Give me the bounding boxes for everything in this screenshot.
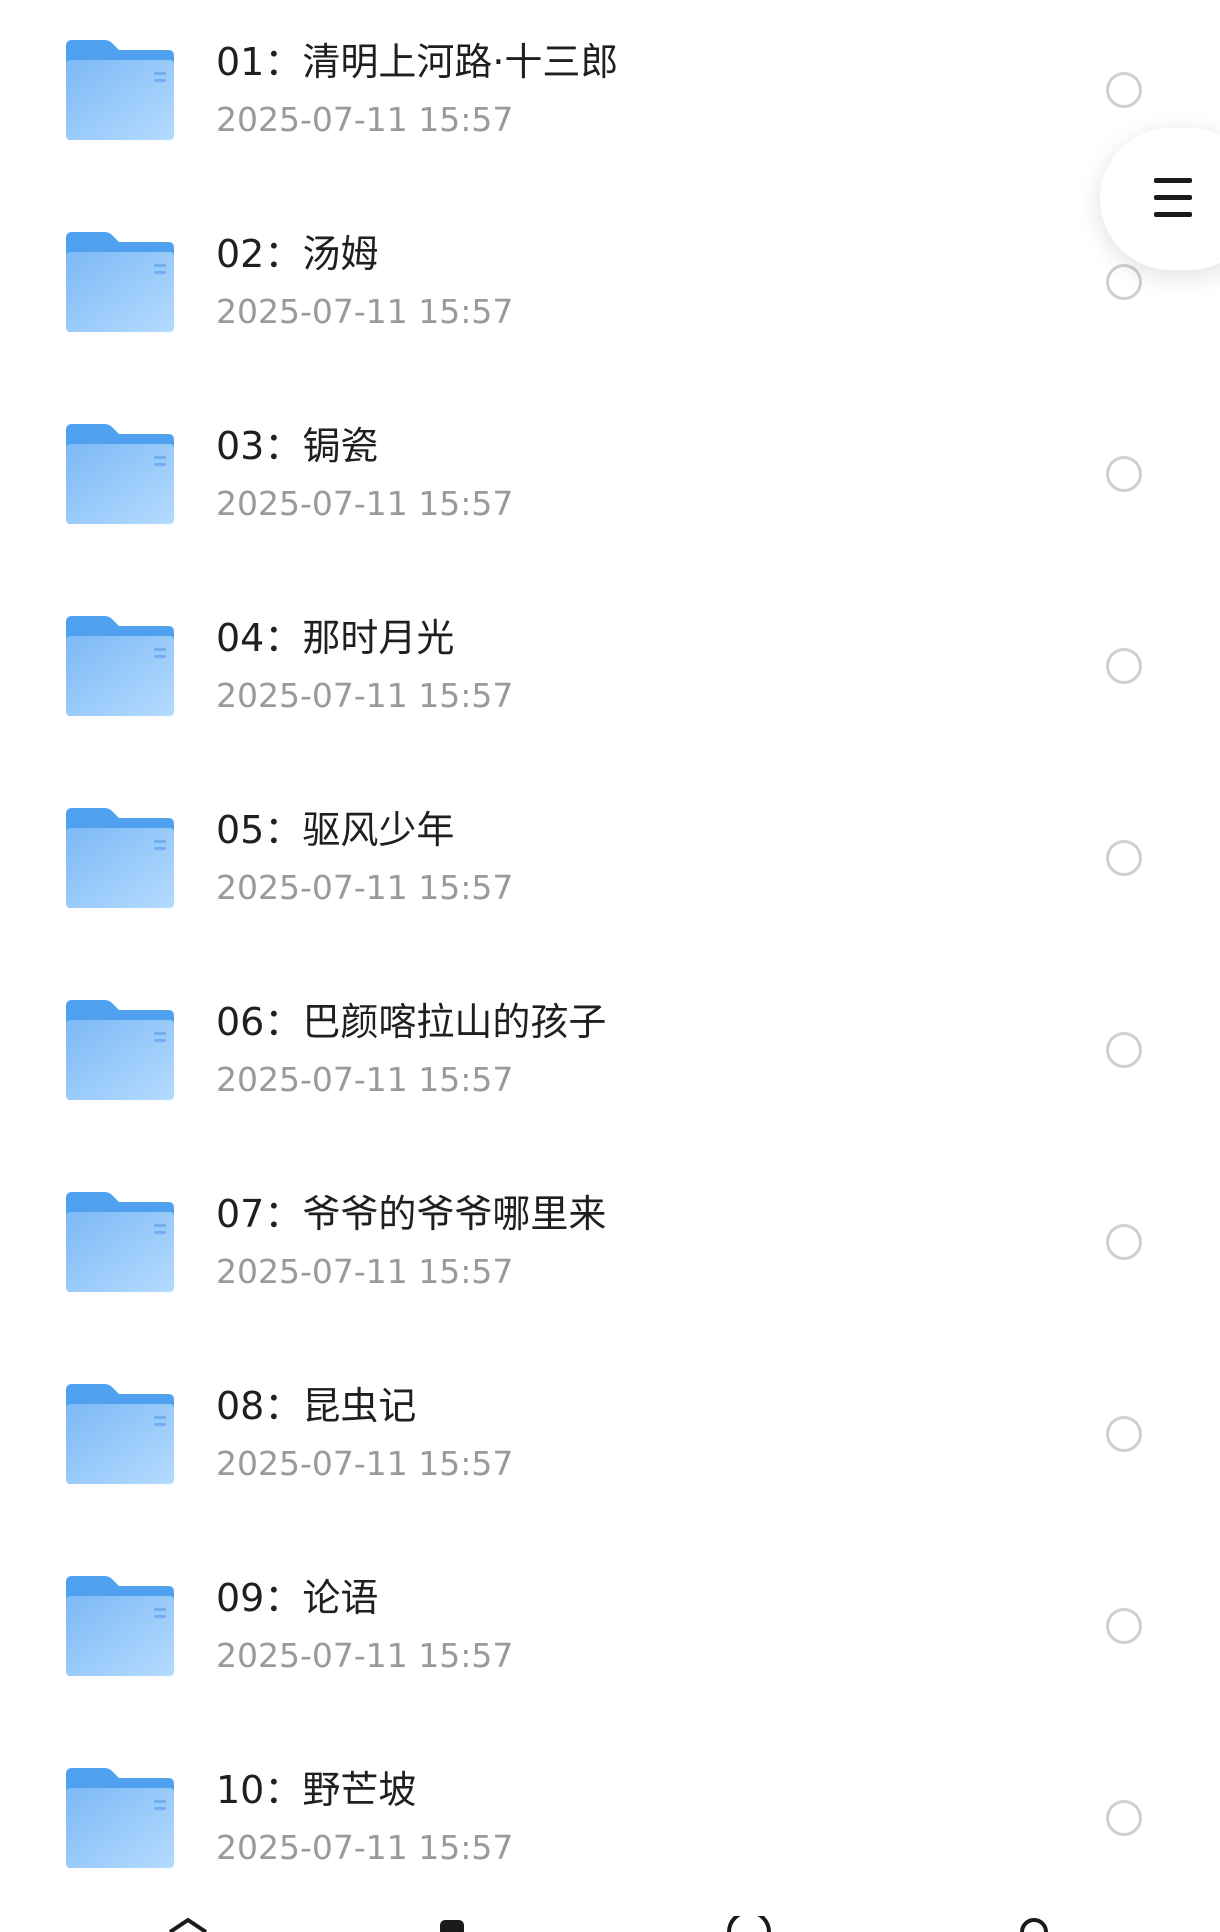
hamburger-menu-icon	[1154, 178, 1192, 218]
file-row-03[interactable]: 03：锔瓷 2025-07-11 15:57	[0, 384, 1220, 576]
file-name: 02：汤姆	[216, 232, 379, 276]
file-row-01[interactable]: 01：清明上河路·十三郎 2025-07-11 15:57	[0, 0, 1220, 192]
selection-circle-icon[interactable]	[1106, 1416, 1142, 1452]
selection-circle-icon[interactable]	[1106, 648, 1142, 684]
folder-icon	[64, 1382, 176, 1486]
file-modified-time: 2025-07-11 15:57	[216, 1444, 514, 1483]
selection-circle-icon[interactable]	[1106, 72, 1142, 108]
folder-icon	[64, 614, 176, 718]
file-row-02[interactable]: 02：汤姆 2025-07-11 15:57	[0, 192, 1220, 384]
folder-icon	[64, 1766, 176, 1870]
file-name: 09：论语	[216, 1576, 379, 1620]
folder-icon	[64, 1574, 176, 1678]
file-name: 07：爷爷的爷爷哪里来	[216, 1192, 607, 1236]
selection-circle-icon[interactable]	[1106, 1608, 1142, 1644]
file-name: 08：昆虫记	[216, 1384, 417, 1428]
file-row-04[interactable]: 04：那时月光 2025-07-11 15:57	[0, 576, 1220, 768]
bottom-navigation-bar	[0, 1900, 1220, 1932]
selection-circle-icon[interactable]	[1106, 1224, 1142, 1260]
file-row-06[interactable]: 06：巴颜喀拉山的孩子 2025-07-11 15:57	[0, 960, 1220, 1152]
file-modified-time: 2025-07-11 15:57	[216, 676, 514, 715]
file-name: 10：野芒坡	[216, 1768, 417, 1812]
folder-icon	[64, 230, 176, 334]
selection-circle-icon[interactable]	[1106, 840, 1142, 876]
folder-icon	[64, 422, 176, 526]
selection-circle-icon[interactable]	[1106, 1032, 1142, 1068]
file-modified-time: 2025-07-11 15:57	[216, 1060, 514, 1099]
file-modified-time: 2025-07-11 15:57	[216, 1828, 514, 1867]
file-row-07[interactable]: 07：爷爷的爷爷哪里来 2025-07-11 15:57	[0, 1152, 1220, 1344]
file-modified-time: 2025-07-11 15:57	[216, 1636, 514, 1675]
file-modified-time: 2025-07-11 15:57	[216, 100, 514, 139]
file-row-05[interactable]: 05：驱风少年 2025-07-11 15:57	[0, 768, 1220, 960]
file-modified-time: 2025-07-11 15:57	[216, 484, 514, 523]
folder-icon	[64, 1190, 176, 1294]
file-modified-time: 2025-07-11 15:57	[216, 292, 514, 331]
folder-icon	[64, 806, 176, 910]
file-name: 01：清明上河路·十三郎	[216, 40, 619, 84]
file-name: 06：巴颜喀拉山的孩子	[216, 1000, 607, 1044]
profile-icon[interactable]	[1014, 1916, 1054, 1932]
document-icon[interactable]	[436, 1916, 468, 1932]
home-icon[interactable]	[166, 1916, 210, 1932]
folder-icon	[64, 998, 176, 1102]
file-row-08[interactable]: 08：昆虫记 2025-07-11 15:57	[0, 1344, 1220, 1536]
file-name: 03：锔瓷	[216, 424, 379, 468]
file-name: 05：驱风少年	[216, 808, 455, 852]
file-row-10[interactable]: 10：野芒坡 2025-07-11 15:57	[0, 1728, 1220, 1920]
file-list: 01：清明上河路·十三郎 2025-07-11 15:57 02：汤姆 2025…	[0, 0, 1220, 1920]
folder-icon	[64, 38, 176, 142]
discover-icon[interactable]	[724, 1916, 774, 1932]
selection-circle-icon[interactable]	[1106, 264, 1142, 300]
selection-circle-icon[interactable]	[1106, 456, 1142, 492]
file-modified-time: 2025-07-11 15:57	[216, 1252, 514, 1291]
file-row-09[interactable]: 09：论语 2025-07-11 15:57	[0, 1536, 1220, 1728]
file-name: 04：那时月光	[216, 616, 455, 660]
file-modified-time: 2025-07-11 15:57	[216, 868, 514, 907]
selection-circle-icon[interactable]	[1106, 1800, 1142, 1836]
